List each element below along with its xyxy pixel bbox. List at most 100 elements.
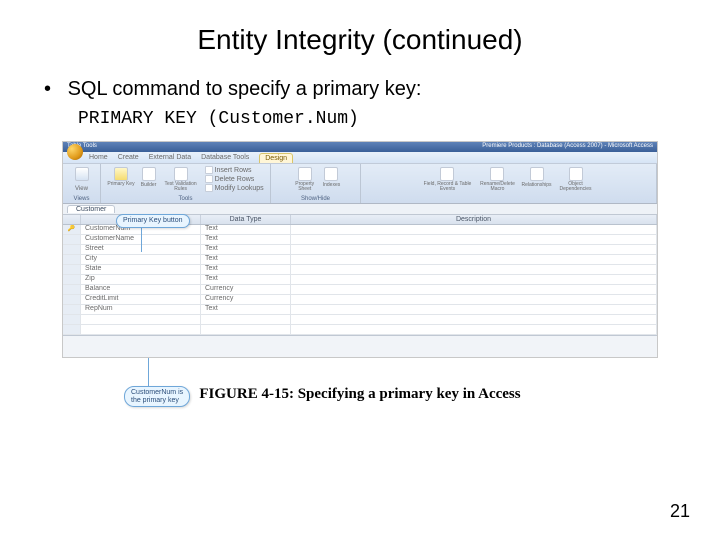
row-selector[interactable]	[63, 275, 81, 285]
object-dependencies-icon[interactable]	[569, 167, 583, 181]
tab-design[interactable]: Design	[259, 153, 293, 163]
table-row[interactable]: CityText	[63, 255, 657, 265]
description-cell[interactable]	[291, 305, 657, 315]
row-selector[interactable]	[63, 315, 81, 325]
primary-key-indicator-icon[interactable]	[63, 225, 81, 235]
data-type-cell[interactable]: Text	[201, 245, 291, 255]
object-dependencies-label: Object Dependencies	[556, 182, 596, 192]
indexes-icon[interactable]	[324, 167, 338, 181]
col-data-type: Data Type	[201, 215, 291, 224]
field-name-cell[interactable]: Balance	[81, 285, 201, 295]
data-type-cell[interactable]: Text	[201, 235, 291, 245]
description-cell[interactable]	[291, 245, 657, 255]
description-cell[interactable]	[291, 235, 657, 245]
callout-primary-key-button: Primary Key button	[116, 214, 190, 228]
tab-home[interactable]: Home	[89, 154, 108, 161]
description-cell[interactable]	[291, 275, 657, 285]
group-label-misc	[508, 196, 510, 202]
primary-key-button-icon[interactable]	[114, 167, 128, 181]
tab-database-tools[interactable]: Database Tools	[201, 154, 249, 161]
callout-bottom-line2: the primary key	[131, 397, 179, 404]
view-button-label: View	[75, 186, 88, 192]
titlebar-app: Premiere Products : Database (Access 200…	[482, 143, 653, 151]
field-name-cell[interactable]	[81, 315, 201, 325]
data-type-cell[interactable]: Text	[201, 305, 291, 315]
bullet-line: • SQL command to specify a primary key:	[44, 78, 720, 101]
figure-caption: FIGURE 4-15: Specifying a primary key in…	[0, 386, 720, 403]
description-cell[interactable]	[291, 255, 657, 265]
tab-create[interactable]: Create	[118, 154, 139, 161]
lookup-icon[interactable]	[205, 184, 213, 192]
bullet-text: SQL command to specify a primary key:	[68, 78, 422, 100]
table-row[interactable]: ZipText	[63, 275, 657, 285]
relationships-label: Relationships	[521, 182, 551, 188]
data-type-cell[interactable]: Currency	[201, 295, 291, 305]
insert-rows-label: Insert Rows	[215, 167, 252, 174]
data-type-cell[interactable]: Text	[201, 275, 291, 285]
table-row[interactable]	[63, 325, 657, 335]
callout-bottom-line1: CustomerNum is	[131, 389, 183, 396]
relationships-icon[interactable]	[530, 167, 544, 181]
field-name-cell[interactable]: State	[81, 265, 201, 275]
field-name-cell[interactable]: CreditLimit	[81, 295, 201, 305]
test-rules-button-icon[interactable]	[174, 167, 188, 181]
table-tab-customer[interactable]: Customer	[67, 205, 115, 213]
group-label-views: Views	[74, 196, 90, 202]
row-selector[interactable]	[63, 245, 81, 255]
group-views: View Views	[63, 164, 101, 203]
primary-key-button-label: Primary Key	[107, 182, 134, 187]
table-row[interactable]: RepNumText	[63, 305, 657, 315]
row-selector[interactable]	[63, 295, 81, 305]
row-selector[interactable]	[63, 265, 81, 275]
indexes-label: Indexes	[323, 182, 341, 188]
col-description: Description	[291, 215, 657, 224]
property-sheet-label: Property Sheet	[291, 182, 319, 192]
description-cell[interactable]	[291, 225, 657, 235]
data-type-cell[interactable]	[201, 325, 291, 335]
row-selector[interactable]	[63, 325, 81, 335]
data-type-cell[interactable]: Text	[201, 255, 291, 265]
table-row[interactable]: BalanceCurrency	[63, 285, 657, 295]
table-row[interactable]: CreditLimitCurrency	[63, 295, 657, 305]
row-selector[interactable]	[63, 235, 81, 245]
data-type-cell[interactable]: Text	[201, 265, 291, 275]
description-cell[interactable]	[291, 325, 657, 335]
data-type-cell[interactable]: Currency	[201, 285, 291, 295]
description-cell[interactable]	[291, 265, 657, 275]
data-type-cell[interactable]	[201, 315, 291, 325]
table-row[interactable]	[63, 315, 657, 325]
row-selector[interactable]	[63, 305, 81, 315]
group-label-tools: Tools	[178, 196, 192, 202]
design-grid-body: CustomerNumTextCustomerNameTextStreetTex…	[63, 225, 657, 335]
rename-macro-label: Rename/Delete Macro	[477, 182, 517, 192]
row-selector[interactable]	[63, 255, 81, 265]
rename-macro-icon[interactable]	[490, 167, 504, 181]
events-icon[interactable]	[440, 167, 454, 181]
insert-rows-icon[interactable]	[205, 166, 213, 174]
builder-button-label: Builder	[141, 182, 157, 188]
lookup-label: Modify Lookups	[215, 185, 264, 192]
data-type-cell[interactable]: Text	[201, 225, 291, 235]
delete-rows-icon[interactable]	[205, 175, 213, 183]
table-row[interactable]: CustomerNameText	[63, 235, 657, 245]
test-rules-button-label: Test Validation Rules	[163, 182, 199, 192]
description-cell[interactable]	[291, 295, 657, 305]
callout-customernum-pk: CustomerNum is the primary key	[124, 386, 190, 407]
table-row[interactable]: StreetText	[63, 245, 657, 255]
tab-external-data[interactable]: External Data	[149, 154, 191, 161]
field-name-cell[interactable]: Zip	[81, 275, 201, 285]
page-number: 21	[670, 501, 690, 522]
property-sheet-icon[interactable]	[298, 167, 312, 181]
description-cell[interactable]	[291, 285, 657, 295]
office-orb-icon[interactable]	[67, 144, 83, 160]
view-button-icon[interactable]	[75, 167, 89, 181]
builder-button-icon[interactable]	[142, 167, 156, 181]
field-name-cell[interactable]: RepNum	[81, 305, 201, 315]
field-name-cell[interactable]: City	[81, 255, 201, 265]
description-cell[interactable]	[291, 315, 657, 325]
group-label-showhide: Show/Hide	[301, 196, 330, 202]
field-name-cell[interactable]	[81, 325, 201, 335]
group-tools: Primary Key Builder Test Validation Rule…	[101, 164, 271, 203]
table-row[interactable]: StateText	[63, 265, 657, 275]
row-selector[interactable]	[63, 285, 81, 295]
